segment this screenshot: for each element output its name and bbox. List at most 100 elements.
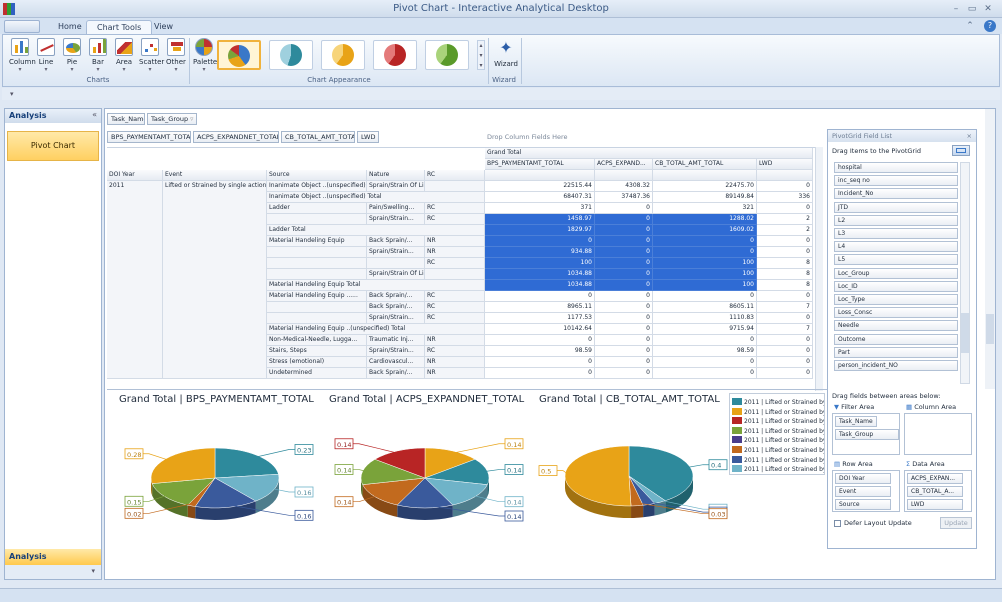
value-cell[interactable]: 0 [595,335,653,346]
value-cell[interactable]: 22475.70 [653,181,757,192]
value-cell[interactable]: 0 [595,214,653,225]
value-cell[interactable]: 0 [595,247,653,258]
value-cell[interactable]: 2 [757,225,813,236]
row-nature[interactable]: Pain/Swelling... [367,203,425,214]
layout-button[interactable] [952,145,970,156]
tab-view[interactable]: View [144,20,183,34]
value-cell[interactable]: 336 [757,192,813,203]
value-cell[interactable]: 7 [757,302,813,313]
column-header[interactable]: BPS_PAYMENTAMT_TOTAL [485,159,595,170]
field-list-item[interactable]: Loc_Group [834,267,958,279]
value-cell[interactable]: 371 [485,203,595,214]
row-nature[interactable]: Sprain/Strain... [367,214,425,225]
row-nature[interactable]: Sprain/Strain... [367,346,425,357]
row-nature[interactable]: Traumatic Inj... [367,335,425,346]
update-button[interactable]: Update [940,517,972,529]
row-total-label[interactable]: Ladder Total [267,225,485,236]
value-cell[interactable]: 0 [757,181,813,192]
column-header-grand-total[interactable]: Grand Total [485,148,813,159]
row-source[interactable] [267,247,367,258]
row-source[interactable]: Non-Medical-Needle, Lugga... [267,335,367,346]
value-cell[interactable]: 0 [485,291,595,302]
value-cell[interactable]: 0 [757,291,813,302]
pie-slice-side[interactable] [631,505,644,518]
data-area[interactable]: ACPS_EXPAN... CB_TOTAL_A... LWD [904,470,972,512]
row-nature[interactable] [367,258,425,269]
value-cell[interactable]: 1110.83 [653,313,757,324]
value-cell[interactable]: 0 [653,357,757,368]
help-icon[interactable]: ? [984,20,996,32]
filter-area-task-name[interactable]: Task_Name [835,416,877,427]
field-list-item[interactable]: hospital [834,162,958,173]
row-source[interactable]: Material Handeling Equip [267,236,367,247]
value-cell[interactable]: 0 [595,203,653,214]
nav-group-analysis[interactable]: Analysis [5,549,101,565]
row-rc[interactable]: RC [425,214,485,225]
row-source[interactable]: Undetermined [267,368,367,379]
row-nature[interactable]: Cardiovascul... [367,357,425,368]
scroll-thumb[interactable] [986,314,994,344]
value-cell[interactable]: 0 [595,280,653,291]
filter-area[interactable]: Task_Name Task_Group [832,413,900,455]
legend-entry[interactable]: 2011 | Lifted or Strained by s [732,436,824,445]
nav-item-pivot-chart[interactable]: Pivot Chart [7,131,99,161]
column-header[interactable]: ACPS_EXPAND... [595,159,653,170]
value-cell[interactable]: 1034.88 [485,269,595,280]
value-cell[interactable]: 0 [485,236,595,247]
qat-dropdown-icon[interactable]: ▾ [10,90,14,98]
maximize-icon[interactable]: ▭ [966,3,978,15]
value-cell[interactable]: 0 [595,225,653,236]
value-cell[interactable]: 0 [595,236,653,247]
value-cell[interactable]: 100 [485,258,595,269]
value-cell[interactable]: 0 [485,335,595,346]
field-list-item[interactable]: Incident_No [834,188,958,200]
chart-style-swatch[interactable] [321,40,365,70]
row-rc[interactable]: RC [425,346,485,357]
value-cell[interactable]: 8605.11 [653,302,757,313]
field-list-item[interactable]: L3 [834,228,958,239]
value-cell[interactable]: 100 [653,269,757,280]
collapse-ribbon-icon[interactable]: ⌃ [964,20,976,32]
scatter-chart-button[interactable]: Scatter ▾ [139,38,164,74]
filter-field-task-group[interactable]: Task_Group ▿ [147,113,197,125]
wizard-button[interactable]: ✦ Wizard [493,38,519,74]
legend-entry[interactable]: 2011 | Lifted or Strained by s [732,465,824,474]
value-cell[interactable]: 0 [757,313,813,324]
value-cell[interactable]: 8 [757,280,813,291]
row-nature[interactable]: Back Sprain/... [367,291,425,302]
row-rc[interactable]: NR [425,247,485,258]
row-source[interactable]: Inanimate Object ..(unspecified) [267,181,367,192]
value-cell[interactable]: 0 [757,346,813,357]
value-cell[interactable]: 0 [757,335,813,346]
row-total-label[interactable]: Inanimate Object ..(unspecified) Total [267,192,485,203]
data-area-cb[interactable]: CB_TOTAL_A... [907,486,963,497]
row-header[interactable]: Source [267,170,367,181]
row-header[interactable]: Event [163,170,267,181]
row-header[interactable]: RC [425,170,485,181]
close-icon[interactable]: × [967,132,972,140]
value-cell[interactable]: 0 [757,203,813,214]
value-cell[interactable]: 0 [757,368,813,379]
value-cell[interactable]: 0 [485,357,595,368]
area-chart-button[interactable]: Area ▾ [113,38,135,74]
row-rc[interactable]: RC [425,203,485,214]
row-rc[interactable] [425,269,485,280]
value-cell[interactable]: 0 [653,247,757,258]
collapse-icon[interactable]: « [92,110,97,119]
value-cell[interactable]: 0 [595,258,653,269]
row-rc[interactable]: NR [425,357,485,368]
value-cell[interactable]: 8965.11 [485,302,595,313]
value-cell[interactable]: 0 [595,269,653,280]
palette-button[interactable]: Palette ▾ [193,38,217,74]
pie-chart-button[interactable]: Pie ▾ [61,38,83,74]
row-nature[interactable]: Sprain/Strain Of Ligament, Muscle, T... [367,269,425,280]
field-list-item[interactable]: Loc_Type [834,294,958,305]
row-nature[interactable]: Back Sprain/... [367,302,425,313]
row-doi-year[interactable]: 2011 [107,181,163,379]
field-list-item[interactable]: L2 [834,214,958,226]
value-cell[interactable]: 0 [595,357,653,368]
column-header[interactable]: LWD [757,159,813,170]
value-cell[interactable]: 2 [757,214,813,225]
field-list-item[interactable]: inc_seq no [834,175,958,187]
value-cell[interactable]: 22515.44 [485,181,595,192]
